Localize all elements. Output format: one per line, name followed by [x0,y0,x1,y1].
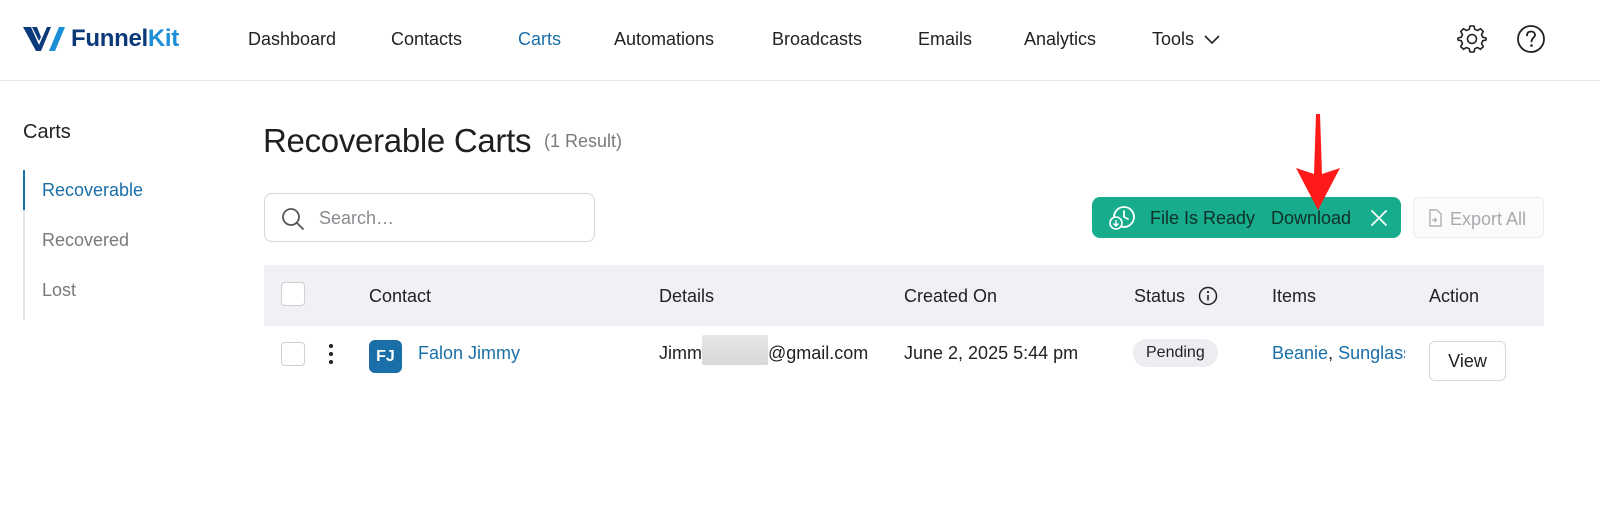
nav-contacts[interactable]: Contacts [391,29,462,50]
nav-dashboard[interactable]: Dashboard [248,29,336,50]
select-all-checkbox[interactable] [281,282,305,306]
contact-name-link[interactable]: Falon Jimmy [418,343,520,364]
search-input[interactable] [319,204,579,232]
column-header-action: Action [1429,286,1480,306]
table-header: Contact Details Created On Status Items … [264,265,1544,326]
status-badge: Pending [1133,339,1218,367]
export-all-button[interactable]: Export All [1413,197,1544,238]
sidebar-nav: Recoverable Recovered Lost [23,170,203,320]
view-button[interactable]: View [1429,341,1506,381]
download-link[interactable]: Download [1271,208,1351,229]
item-link-sunglasses[interactable]: Sunglasses [1338,343,1405,363]
nav-tools[interactable]: Tools [1152,29,1220,50]
item-link-beanie[interactable]: Beanie [1272,343,1328,363]
email-prefix: Jimm [659,343,702,363]
result-count: (1 Result) [544,131,623,151]
gear-icon[interactable] [1457,24,1487,54]
avatar: FJ [369,340,402,373]
table-row: FJ Falon Jimmy Jimm @gmail.com June 2, 20… [264,326,1544,386]
sidebar-item-recovered[interactable]: Recovered [25,220,203,270]
nav-analytics[interactable]: Analytics [1024,29,1096,50]
nav-tools-label: Tools [1152,29,1195,49]
sidebar-item-lost[interactable]: Lost [25,270,203,320]
nav-carts[interactable]: Carts [518,29,561,50]
funnelkit-logo[interactable]: FunnelKit [23,24,179,54]
nav-broadcasts[interactable]: Broadcasts [772,29,862,50]
close-icon[interactable] [1370,209,1388,227]
export-ready-notice: File Is Ready Download [1092,197,1401,238]
annotation-arrow-icon [1296,114,1340,210]
clock-download-icon [1109,206,1135,230]
sidebar-title: Carts [23,121,71,143]
column-header-details: Details [659,286,715,306]
contact-email: Jimm @gmail.com [659,335,869,366]
created-on-cell: June 2, 2025 5:44 pm [904,343,1079,363]
sidebar-item-recoverable[interactable]: Recoverable [23,170,203,220]
notice-text: File Is Ready [1150,208,1256,228]
row-checkbox[interactable] [281,342,305,366]
info-icon[interactable] [1198,286,1218,306]
items-cell: Beanie, Sunglasses [1272,343,1405,364]
nav-emails[interactable]: Emails [918,29,972,50]
export-all-label: Export All [1450,209,1527,229]
email-redaction-blur [702,335,768,366]
column-header-status-label: Status [1134,286,1186,306]
column-header-contact: Contact [369,286,432,306]
column-header-created-on: Created On [904,286,998,306]
nav-automations[interactable]: Automations [614,29,714,50]
email-suffix: @gmail.com [768,343,869,363]
search-box [264,193,595,242]
page-title: Recoverable Carts [263,122,532,159]
help-icon[interactable] [1516,24,1546,54]
column-header-status: Status [1134,286,1218,307]
chevron-down-icon [1204,35,1220,45]
funnelkit-logo-icon [23,27,65,51]
more-options-icon[interactable] [327,344,335,366]
search-icon [282,208,304,230]
brand-name: FunnelKit [71,25,179,52]
top-navigation: FunnelKit Dashboard Contacts Carts Autom… [0,0,1600,81]
column-header-items: Items [1272,286,1317,306]
file-export-icon [1429,209,1442,227]
